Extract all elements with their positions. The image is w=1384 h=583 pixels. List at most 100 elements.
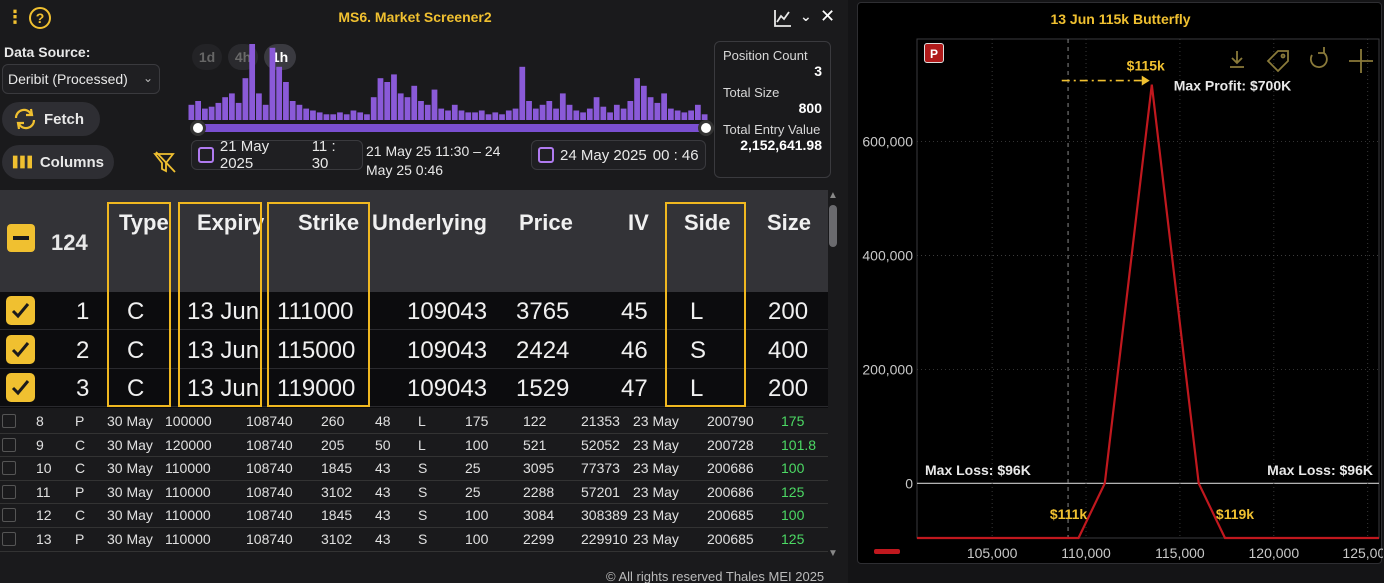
cell-entry-value: 52052 [581, 436, 620, 453]
header-side[interactable]: Side [684, 210, 730, 236]
cell-entry-price: 122 [523, 413, 547, 429]
histogram-bar [445, 110, 451, 120]
histogram-bar [431, 89, 438, 120]
header-strike[interactable]: Strike [298, 210, 359, 236]
cell-expiry: 30 May [107, 531, 153, 547]
x-tick-label: 105,000 [967, 545, 1018, 561]
line-chart-icon[interactable] [773, 8, 793, 28]
range-end-handle[interactable] [698, 120, 714, 136]
table-row[interactable]: 3 C 13 Jun 119000 109043 1529 47 L 200 [0, 369, 828, 407]
histogram-bar [215, 102, 222, 120]
cell-side: L [418, 413, 426, 429]
row-checkbox[interactable] [2, 484, 16, 499]
header-type[interactable]: Type [119, 210, 169, 236]
clear-filter-icon[interactable] [153, 150, 179, 176]
row-checkbox[interactable] [2, 508, 16, 523]
cell-side: S [418, 507, 428, 524]
list-item[interactable]: 13 P 30 May 110000 108740 3102 43 S 100 2299 22991… [0, 528, 828, 552]
crosshair-icon[interactable] [1349, 49, 1373, 73]
cell-entry-price: 3095 [523, 460, 555, 477]
download-icon[interactable] [1230, 51, 1244, 68]
row-checkbox[interactable] [2, 414, 16, 428]
cell-type: C [127, 298, 145, 325]
end-date-field[interactable]: 24 May 2025 00 : 46 [531, 140, 706, 170]
cell-type: C [75, 460, 86, 477]
data-source-select[interactable]: Deribit (Processed) ⌄ [2, 64, 160, 94]
list-item[interactable]: 12 C 30 May 110000 108740 1845 43 S 100 3084 30838… [0, 504, 828, 528]
y-tick-label: 200,000 [862, 361, 913, 377]
histogram-bar [654, 102, 661, 120]
cell-underlying: 108740 [246, 507, 293, 524]
cell-block: 200728 [707, 436, 754, 453]
row-checkbox[interactable] [2, 437, 16, 452]
header-size[interactable]: Size [767, 210, 811, 236]
histogram-bar [208, 106, 215, 120]
histogram-bar [681, 112, 688, 120]
histogram-bar [330, 114, 337, 120]
scroll-down-arrow[interactable]: ▼ [828, 548, 838, 559]
time-range-slider[interactable] [197, 124, 705, 132]
panel-title: MS6. Market Screener2 [338, 9, 492, 25]
cell-row-index: 9 [36, 436, 44, 453]
histogram-bar [492, 112, 499, 120]
header-iv[interactable]: IV [628, 210, 649, 236]
histogram-bar [350, 110, 357, 120]
list-item[interactable]: 10 C 30 May 110000 108740 1845 43 S 25 3095 77373 2… [0, 457, 828, 481]
cell-expiry: 30 May [107, 460, 153, 477]
cell-date: 23 May [633, 507, 679, 524]
row-checkbox[interactable] [2, 532, 16, 546]
reset-icon[interactable] [1309, 47, 1328, 68]
total-size-label: Total Size [723, 85, 780, 100]
histogram-bar [539, 104, 546, 120]
histogram-bar [337, 112, 343, 120]
histogram-bar [546, 101, 553, 120]
cell-strike: 110000 [165, 483, 211, 500]
start-date-field[interactable]: 21 May 2025 11 : 30 [191, 138, 363, 172]
cell-expiry: 30 May [107, 507, 153, 524]
row-checkbox[interactable] [6, 334, 35, 364]
header-expiry[interactable]: Expiry [197, 210, 264, 236]
fetch-button[interactable]: Fetch [2, 102, 100, 136]
cell-side: L [690, 375, 704, 402]
histogram-bar [600, 106, 607, 120]
vertical-scrollbar[interactable] [829, 205, 837, 247]
columns-button[interactable]: Columns [2, 145, 114, 179]
row-checkbox[interactable] [6, 296, 35, 325]
histogram-bar [249, 44, 256, 120]
chevron-down-icon[interactable]: ⌄ [800, 8, 812, 25]
help-icon[interactable]: ? [29, 7, 51, 29]
cell-row-index: 12 [36, 507, 52, 524]
histogram-bar [316, 112, 323, 120]
row-checkbox[interactable] [6, 373, 35, 402]
table-row[interactable]: 2 C 13 Jun 115000 109043 2424 46 S 400 [0, 331, 828, 369]
list-item[interactable]: 9 C 30 May 120000 108740 205 50 L 100 521 52052 23 … [0, 434, 828, 458]
total-entry-value: 2,152,641.98 [740, 137, 822, 153]
histogram-bar [303, 108, 310, 120]
cell-size: 400 [768, 336, 809, 364]
tag-icon[interactable] [1266, 50, 1289, 73]
row-checkbox[interactable] [2, 461, 16, 476]
cell-price: 2424 [516, 336, 570, 364]
list-item[interactable]: 8 P 30 May 100000 108740 260 48 L 175 122 21353 23 … [0, 410, 828, 434]
refresh-icon [14, 108, 36, 130]
position-count-label: Position Count [723, 48, 808, 63]
scroll-up-arrow[interactable]: ▲ [828, 190, 838, 201]
deselect-all-checkbox[interactable] [7, 224, 35, 252]
table-row[interactable]: 1 C 13 Jun 111000 109043 3765 45 L 200 [0, 292, 828, 330]
header-price[interactable]: Price [519, 210, 573, 236]
close-icon[interactable]: ✕ [820, 6, 835, 27]
histogram-bar [478, 110, 485, 120]
header-underlying[interactable]: Underlying [372, 210, 487, 236]
range-start-handle[interactable] [190, 120, 206, 136]
histogram-bar [229, 93, 235, 120]
list-item[interactable]: 11 P 30 May 110000 108740 3102 43 S 25 2288 57201 2… [0, 481, 828, 505]
histogram-bar [262, 104, 269, 120]
positions-list-table: 8 P 30 May 100000 108740 260 48 L 175 122 21353 23 … [0, 410, 828, 560]
cell-date: 23 May [633, 483, 679, 500]
y-tick-label: 0 [905, 475, 913, 491]
payoff-chart: 0 200,000 400,000 600,000 105,000 110,000 115,… [862, 38, 1383, 561]
kebab-menu-icon[interactable]: ⋮ [6, 6, 24, 28]
cell-mark: 101.8 [781, 436, 817, 453]
cell-row-index: 10 [36, 460, 52, 477]
histogram-bar [607, 112, 613, 120]
